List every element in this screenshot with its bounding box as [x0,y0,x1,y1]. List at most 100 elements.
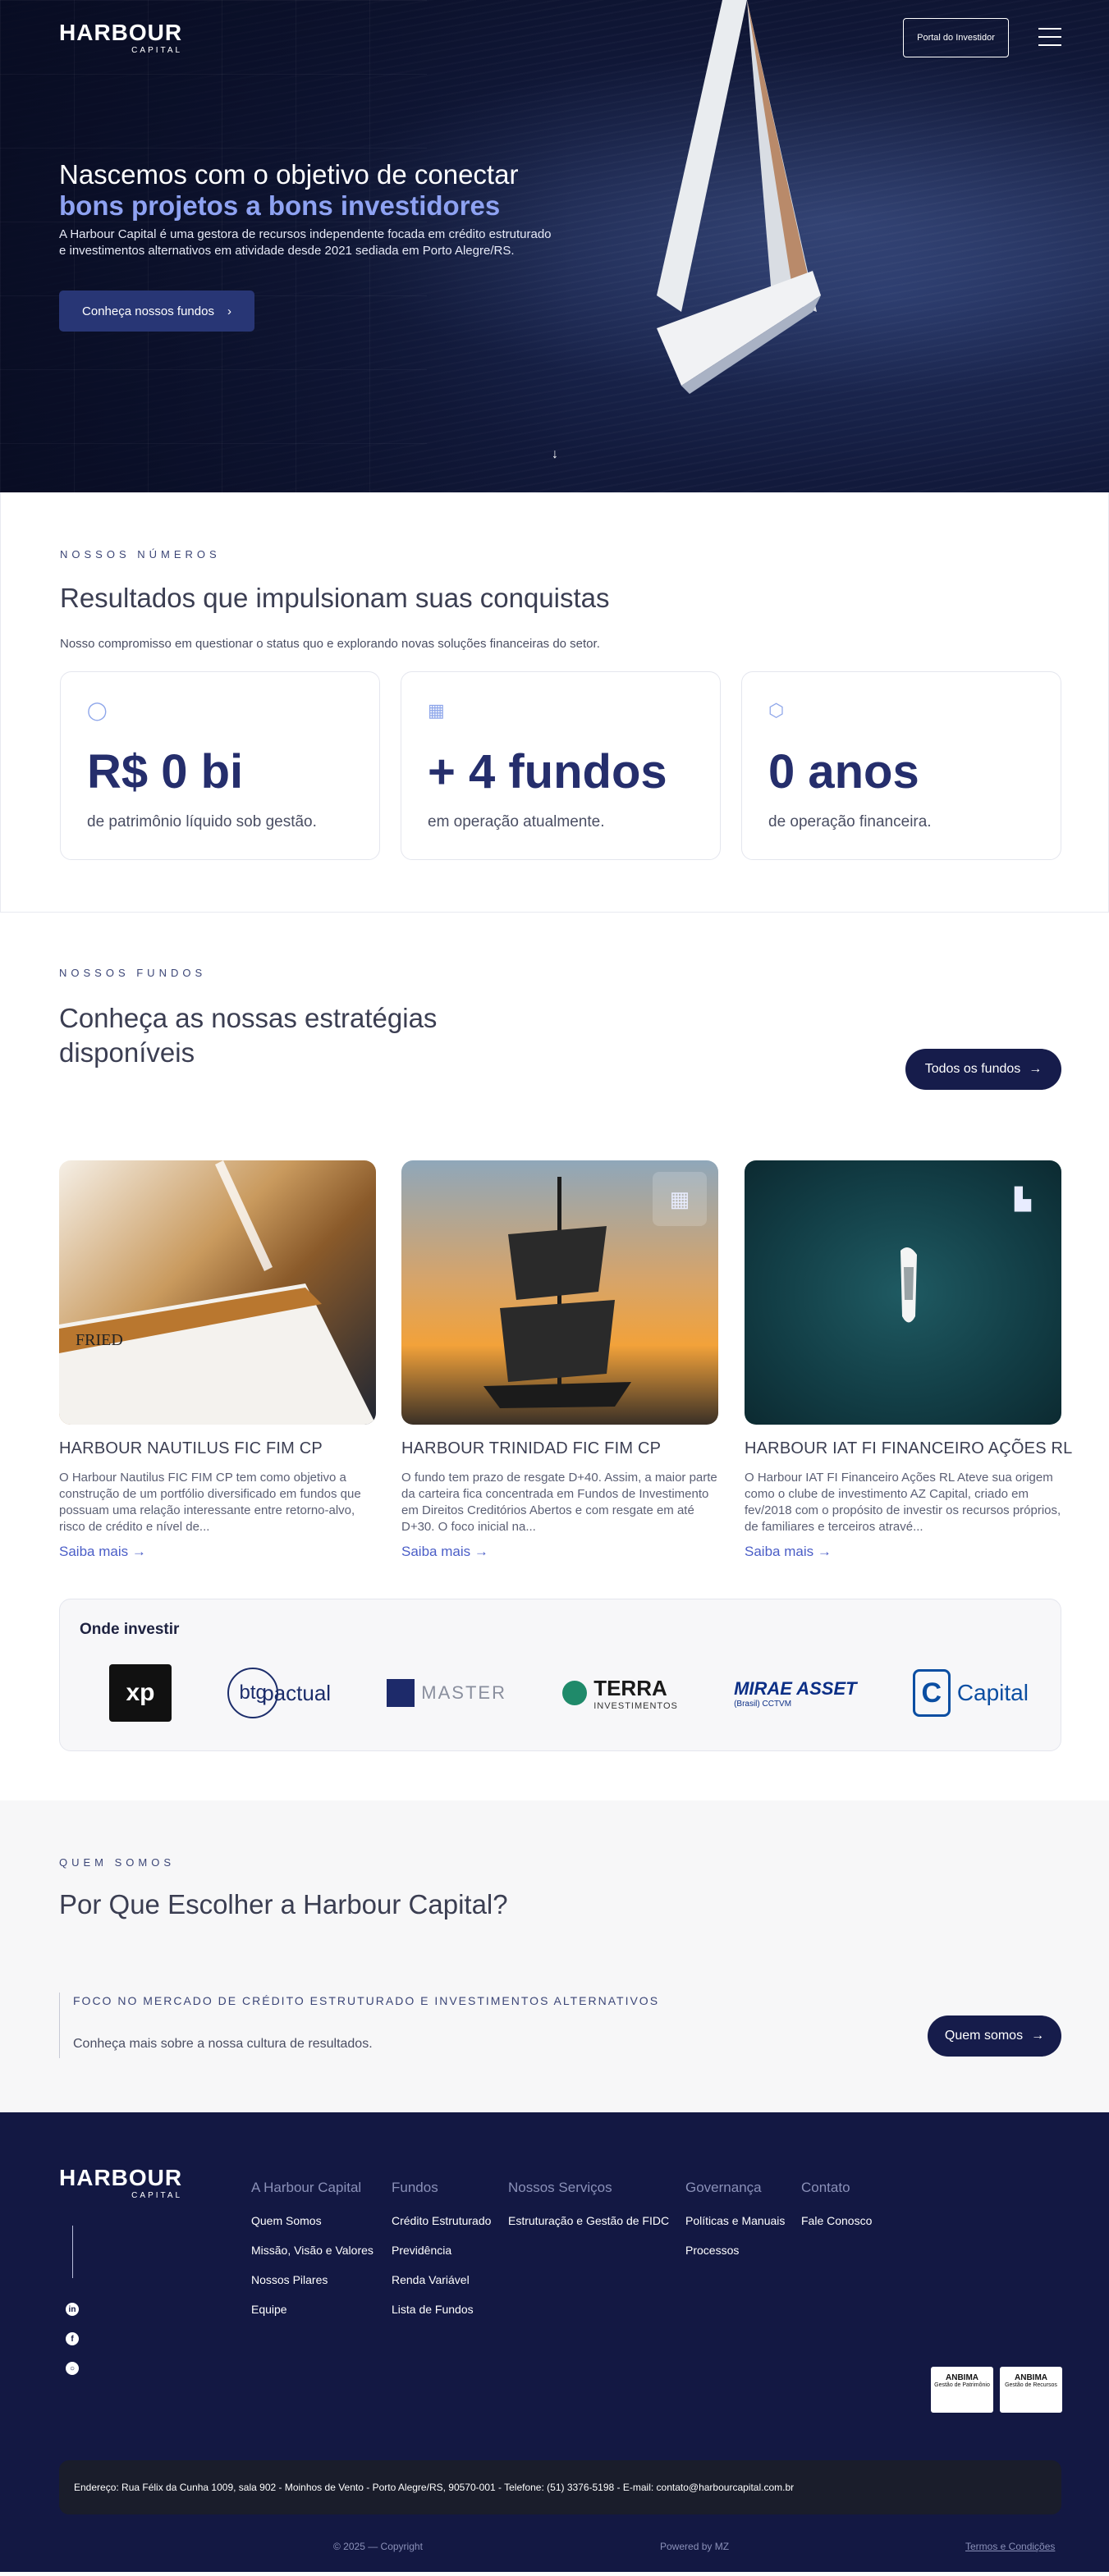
footer-link[interactable]: Equipe [251,2303,373,2316]
footer-link[interactable]: Renda Variável [392,2273,491,2286]
master-logo-text: MASTER [421,1682,506,1703]
footer-column-governanca: Governança Políticas e Manuais Processos [685,2180,785,2273]
footer-link[interactable]: Políticas e Manuais [685,2214,785,2227]
divider [72,2226,73,2278]
fund-description: O fundo tem prazo de resgate D+40. Assim… [401,1471,717,1534]
footer-column-title: Nossos Serviços [508,2180,612,2195]
footer-link[interactable]: Estruturação e Gestão de FIDC [508,2214,669,2227]
anbima-badges: ANBIMA Gestão de Patrimônio ANBIMA Gestã… [931,2367,1062,2413]
funds-title: Conheça as nossas estratégias disponívei… [59,1003,438,1068]
stat-caption: em operação atualmente. [428,813,605,830]
stat-value: R$ 0 bi [87,745,244,798]
arrow-right-icon: → [817,1544,832,1559]
footer-column-title: A Harbour Capital [251,2180,362,2195]
footer-column-title: Governança [685,2180,762,2195]
c-capital-logo[interactable]: C Capital [912,1669,1029,1717]
hero-title: Nascemos com o objetivo de conectar bons… [59,159,518,222]
terra-wordmark: TERRA INVESTIMENTOS [593,1676,678,1711]
arrow-right-icon: → [1029,1062,1043,1076]
focus-label: FOCO NO MERCADO DE CRÉDITO ESTRUTURADO E… [73,1994,660,2007]
terra-logo-text: TERRA [593,1675,667,1700]
linkedin-icon[interactable]: in [66,2303,79,2316]
master-logo[interactable]: MASTER [387,1679,506,1707]
arrow-right-icon: → [1031,2029,1045,2043]
hero-cta-label: Conheça nossos fundos [82,304,214,318]
arrow-right-icon: → [131,1544,146,1559]
fund-name: HARBOUR IAT FI FINANCEIRO AÇÕES RL [745,1439,1073,1457]
all-funds-label: Todos os fundos [924,1062,1021,1076]
coins-icon: ◯ [87,700,108,721]
footer-link[interactable]: Previdência [392,2244,491,2257]
hamburger-menu-icon[interactable] [1038,28,1061,46]
footer-link[interactable]: Missão, Visão e Valores [251,2244,373,2257]
investor-portal-button[interactable]: Portal do Investidor [903,18,1009,57]
social-links: in f ○ [66,2303,79,2391]
scroll-down-icon[interactable]: ↓ [552,447,558,462]
footer-column-servicos: Nossos Serviços Estruturação e Gestão de… [508,2180,669,2244]
stat-caption: de patrimônio líquido sob gestão. [87,813,317,830]
boat-deck-illustration: FRIED [59,1160,376,1425]
anbima-badge: ANBIMA Gestão de Recursos [1000,2367,1062,2413]
svg-text:FRIED: FRIED [76,1331,123,1349]
capital-logo-text: Capital [956,1680,1029,1705]
fund-description: O Harbour IAT FI Financeiro Ações RL Ate… [745,1471,1061,1534]
learn-more-link[interactable]: Saiba mais → [59,1544,376,1560]
pactual-logo-text: pactual [262,1680,332,1705]
grid-icon: ▦ [653,1172,707,1226]
sailboat-image [657,0,821,394]
stat-value: + 4 fundos [428,745,667,798]
fund-image[interactable]: FRIED [59,1160,376,1425]
focus-block: FOCO NO MERCADO DE CRÉDITO ESTRUTURADO E… [59,1993,659,2058]
footer-link[interactable]: Quem Somos [251,2214,373,2227]
platform-logos: xp btg pactual MASTER TERRA INVESTIMENTO… [109,1662,1029,1724]
c-mark-icon: C [912,1669,951,1717]
learn-more-link[interactable]: Saiba mais → [745,1544,1061,1560]
why-section: QUEM SOMOS Por Que Escolher a Harbour Ca… [0,1800,1109,2112]
footer-logo[interactable]: HARBOUR CAPITAL [59,2166,182,2201]
btg-pactual-logo[interactable]: btg pactual [227,1668,331,1718]
footer-link[interactable]: Processos [685,2244,785,2257]
funds-eyebrow: NOSSOS FUNDOS [59,967,207,979]
why-eyebrow: QUEM SOMOS [59,1856,176,1869]
fund-image[interactable]: ▦ [401,1160,718,1425]
where-title: Onde investir [80,1621,180,1638]
fund-image[interactable]: ▙ [745,1160,1061,1425]
badge-caption: Gestão de Patrimônio [934,2382,990,2388]
footer-link[interactable]: Crédito Estruturado [392,2214,491,2227]
powered-by[interactable]: Powered by MZ [660,2541,729,2552]
instagram-icon[interactable]: ○ [66,2362,79,2375]
footer-column-title: Fundos [392,2180,438,2195]
address-bar: Endereço: Rua Félix da Cunha 1009, sala … [59,2460,1061,2514]
chevron-right-icon: › [227,304,231,318]
terms-link[interactable]: Termos e Condições [965,2541,1055,2552]
grid-icon: ▦ [428,700,445,721]
footer-column-contato: Contato Fale Conosco [801,2180,872,2244]
fund-name: HARBOUR TRINIDAD FIC FIM CP [401,1439,662,1457]
harbour-logo[interactable]: HARBOUR CAPITAL [59,21,183,56]
learn-more-link[interactable]: Saiba mais → [401,1544,718,1560]
master-mark-icon [387,1679,415,1707]
all-funds-button[interactable]: Todos os fundos → [905,1049,1061,1090]
logo-subtitle: CAPITAL [131,46,183,55]
numbers-subtitle: Nosso compromisso em questionar o status… [60,637,600,651]
fund-card[interactable]: ▦ HARBOUR TRINIDAD FIC FIM CP O fundo te… [401,1160,718,1560]
footer-link[interactable]: Fale Conosco [801,2214,872,2227]
fund-card[interactable]: FRIED HARBOUR NAUTILUS FIC FIM CP O Harb… [59,1160,376,1560]
mirae-logo-sub: (Brasil) CCTVM [734,1699,792,1709]
fund-card[interactable]: ▙ HARBOUR IAT FI FINANCEIRO AÇÕES RL O H… [745,1160,1073,1560]
xp-logo[interactable]: xp [109,1664,172,1722]
footer-column-fundos: Fundos Crédito Estruturado Previdência R… [392,2180,491,2332]
learn-more-label: Saiba mais [745,1544,814,1559]
footer-link[interactable]: Lista de Fundos [392,2303,491,2316]
fund-description: O Harbour Nautilus FIC FIM CP tem como o… [59,1471,361,1534]
mirae-asset-logo[interactable]: MIRAE ASSET (Brasil) CCTVM [734,1678,857,1709]
footer-column-harbour: A Harbour Capital Quem Somos Missão, Vis… [251,2180,373,2332]
footer-link[interactable]: Nossos Pilares [251,2273,373,2286]
terra-logo[interactable]: TERRA INVESTIMENTOS [562,1676,678,1711]
about-us-button[interactable]: Quem somos → [928,2016,1061,2057]
copyright: © 2025 — Copyright [333,2541,423,2552]
hero-cta-button[interactable]: Conheça nossos fundos › [59,291,254,332]
stat-caption: de operação financeira. [768,813,932,830]
cube-icon: ⬡ [768,700,785,721]
facebook-icon[interactable]: f [66,2332,79,2345]
